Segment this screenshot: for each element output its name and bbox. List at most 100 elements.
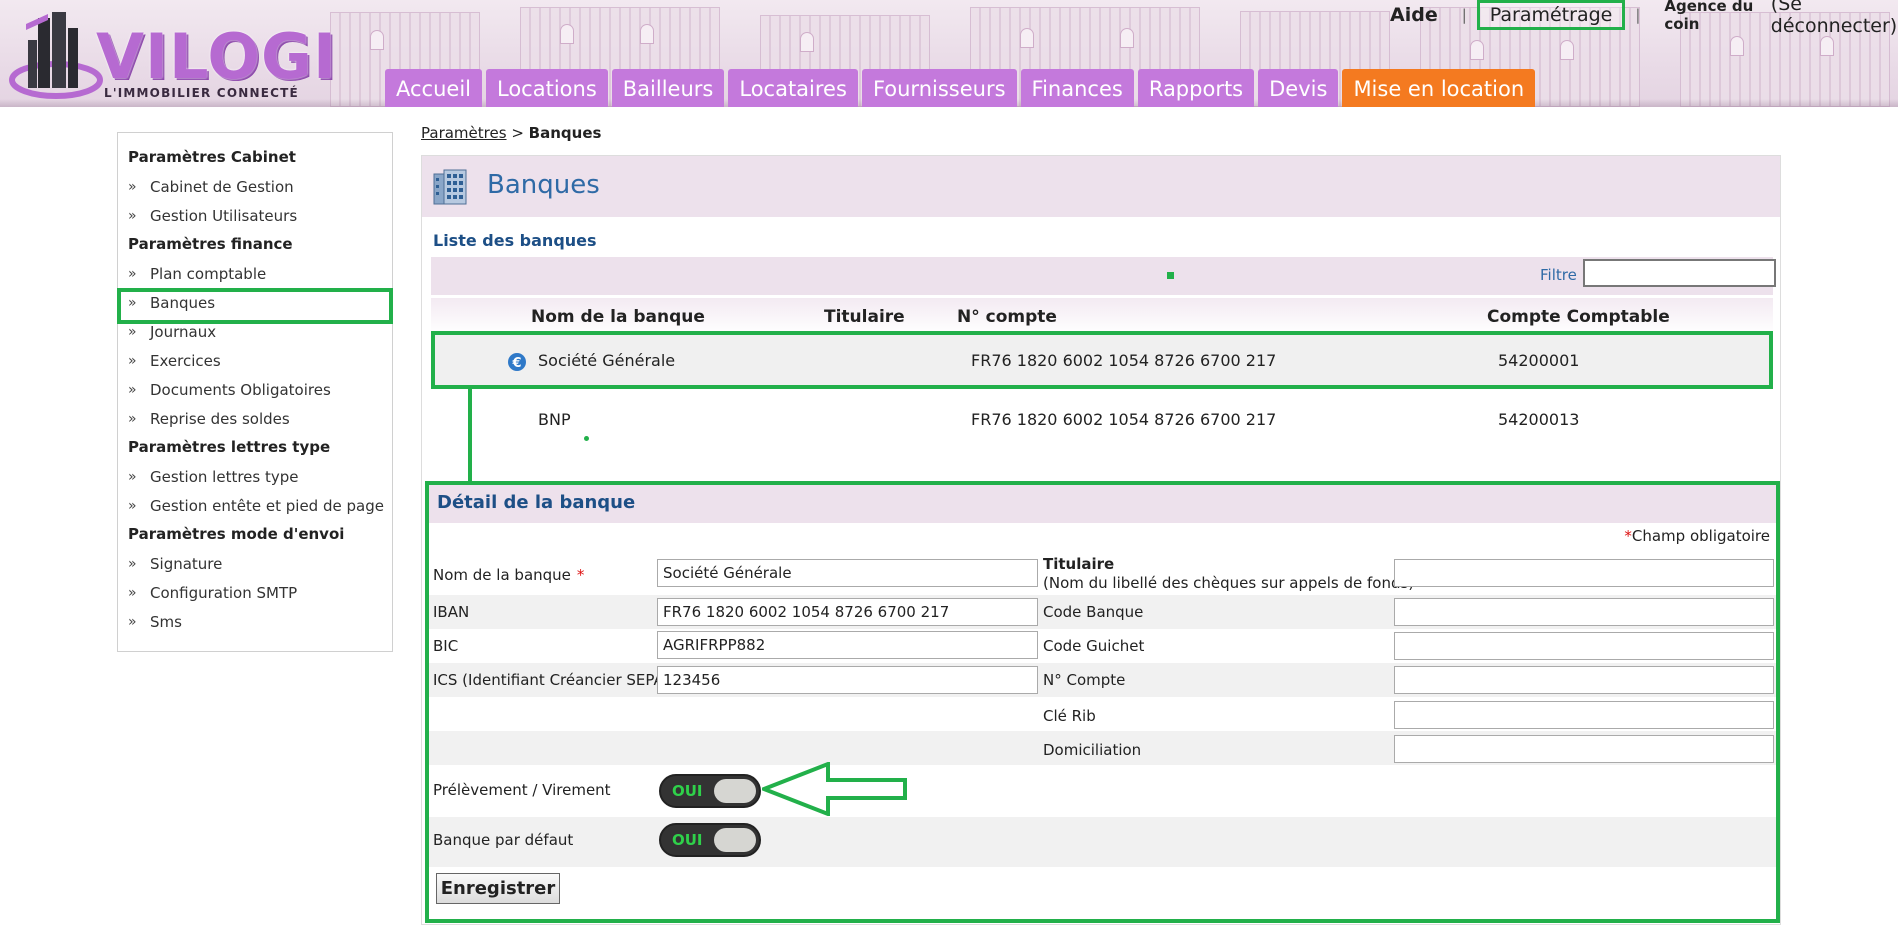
row-accounting-code: 54200013 [1498,410,1580,429]
titulaire-input[interactable] [1394,559,1774,587]
header-window [640,24,654,44]
nav-tab-fournisseurs[interactable]: Fournisseurs [861,69,1017,107]
field-label-bic: BIC [433,637,459,655]
sidebar-item-exercices[interactable]: » Exercices [118,350,392,379]
titulaire-sublabel: (Nom du libellé des chèques sur appels d… [1043,574,1415,592]
header-window [800,32,814,52]
chevron-right-icon: » [128,614,137,630]
nav-tab-bailleurs[interactable]: Bailleurs [611,69,725,107]
breadcrumb-parent-link[interactable]: Paramètres [421,124,507,142]
required-star: * [576,566,585,584]
filter-input[interactable] [1583,259,1776,287]
settings-sidebar: Paramètres Cabinet » Cabinet de Gestion »… [117,132,393,652]
nav-tab-rapports[interactable]: Rapports [1137,69,1255,107]
logout-link[interactable]: (Se déconnecter) [1771,0,1898,37]
sidebar-item-label: Plan comptable [150,265,267,283]
sidebar-item-sms[interactable]: » Sms [118,611,392,640]
field-label-prelevement: Prélèvement / Virement [433,781,611,799]
top-links: Aide | Paramétrage | Agence du coin (Se … [1390,0,1898,37]
field-label-domiciliation: Domiciliation [1043,741,1142,759]
bank-name-input[interactable] [657,559,1038,587]
bank-detail-form: Détail de la banque *Champ obligatoire N… [425,481,1780,923]
no-compte-input[interactable] [1394,666,1774,694]
column-header-no-compte[interactable]: N° compte [957,307,1057,327]
code-banque-input[interactable] [1394,598,1774,626]
header-window [1120,28,1134,48]
euro-edit-icon: € [508,353,526,371]
field-label-cle-rib: Clé Rib [1043,707,1096,725]
chevron-right-icon: » [128,382,137,398]
sidebar-item-label: Exercices [150,352,221,370]
sidebar-item-documents-obligatoires[interactable]: » Documents Obligatoires [118,379,392,408]
sidebar-item-label: Configuration SMTP [150,584,298,602]
iban-input[interactable] [657,598,1038,626]
prelevement-toggle[interactable]: OUI [659,774,761,808]
required-star: * [1624,527,1632,545]
header-window [370,30,384,50]
sidebar-section-title: Paramètres lettres type [128,438,331,456]
sidebar-item-gestion-entete[interactable]: » Gestion entête et pied de page [118,495,392,524]
nav-tab-locataires[interactable]: Locataires [728,69,858,107]
sidebar-item-configuration-smtp[interactable]: » Configuration SMTP [118,582,392,611]
app-root: VILOGI L'IMMOBILIER CONNECTÉ Aide | Para… [0,0,1898,925]
page-title: Banques [487,170,600,200]
nav-tab-mise-en-location[interactable]: Mise en location [1342,69,1536,107]
sidebar-item-gestion-utilisateurs[interactable]: » Gestion Utilisateurs [118,205,392,234]
filter-bar: Filtre [431,257,1776,295]
required-note-text: Champ obligatoire [1631,527,1770,545]
column-header-nom[interactable]: Nom de la banque [531,307,705,327]
sidebar-item-label: Journaux [150,323,217,341]
panel-header: Banques [422,156,1780,217]
sidebar-item-label: Gestion Utilisateurs [150,207,298,225]
settings-link[interactable]: Paramétrage [1476,0,1626,30]
sidebar-item-journaux[interactable]: » Journaux [118,321,392,350]
table-row[interactable]: BNP FR76 1820 6002 1054 8726 6700 217 54… [431,392,1773,446]
required-note: *Champ obligatoire [1624,527,1770,545]
nav-tab-devis[interactable]: Devis [1258,69,1339,107]
cle-rib-input[interactable] [1394,701,1774,729]
nav-tab-locations[interactable]: Locations [486,69,608,107]
sidebar-section-title: Paramètres Cabinet [128,148,296,166]
vilogi-logo[interactable]: VILOGI L'IMMOBILIER CONNECTÉ [8,10,336,102]
default-bank-toggle[interactable]: OUI [659,823,761,857]
chevron-right-icon: » [128,353,137,369]
help-link[interactable]: Aide [1390,4,1438,26]
sidebar-item-label: Reprise des soldes [150,410,290,428]
sidebar-item-cabinet-de-gestion[interactable]: » Cabinet de Gestion [118,176,392,205]
code-guichet-input[interactable] [1394,632,1774,660]
table-row-selected[interactable]: € Société Générale FR76 1820 6002 1054 8… [431,331,1773,389]
table-header: Nom de la banque Titulaire N° compte Com… [431,298,1773,334]
chevron-right-icon: » [128,295,137,311]
annotation-arrow-icon [762,762,907,816]
chevron-right-icon: » [128,411,137,427]
chevron-right-icon: » [128,179,137,195]
form-row: Prélèvement / Virement OUI [429,767,1776,817]
detail-header: Détail de la banque [429,485,1776,523]
bic-input[interactable] [657,631,1038,659]
save-button[interactable]: Enregistrer [436,873,560,904]
sidebar-item-signature[interactable]: » Signature [118,553,392,582]
highlight-connector [468,389,472,481]
chevron-right-icon: » [128,324,137,340]
ics-input[interactable] [657,666,1038,694]
sidebar-item-banques[interactable]: » Banques [117,288,393,324]
column-header-titulaire[interactable]: Titulaire [824,307,905,327]
sidebar-item-label: Cabinet de Gestion [150,178,294,196]
row-account-number: FR76 1820 6002 1054 8726 6700 217 [971,410,1277,429]
sidebar-section-title: Paramètres mode d'envoi [128,525,345,543]
toggle-label: OUI [672,831,703,849]
nav-tab-accueil[interactable]: Accueil [385,69,482,107]
chevron-right-icon: » [128,585,137,601]
column-header-compte-comptable[interactable]: Compte Comptable [1487,307,1670,327]
domiciliation-input[interactable] [1394,735,1774,763]
header: VILOGI L'IMMOBILIER CONNECTÉ Aide | Para… [0,0,1898,107]
chevron-right-icon: » [128,208,137,224]
sidebar-item-reprise-des-soldes[interactable]: » Reprise des soldes [118,408,392,437]
field-label-no-compte: N° Compte [1043,671,1126,689]
sidebar-item-gestion-lettres-type[interactable]: » Gestion lettres type [118,466,392,495]
nav-tab-finances[interactable]: Finances [1020,69,1134,107]
banks-panel: Banques Liste des banques Filtre Nom de … [421,155,1781,925]
logo-building-icon [9,12,103,99]
header-window [1470,40,1484,60]
bank-building-icon [433,169,467,205]
